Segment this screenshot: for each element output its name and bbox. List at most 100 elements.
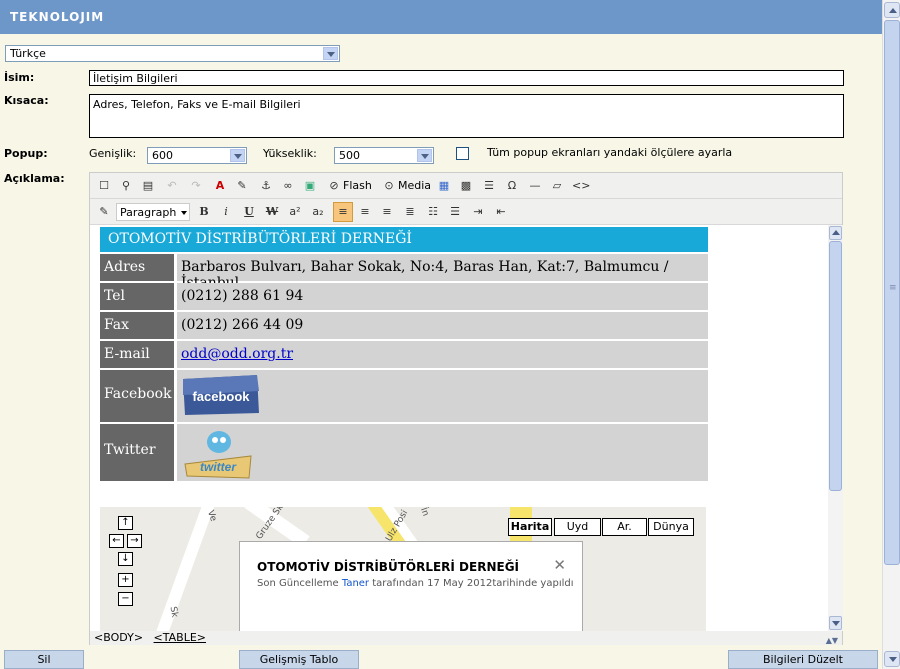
special-char-icon[interactable]: Ω: [504, 178, 520, 194]
align-center-icon[interactable]: ≡: [357, 204, 373, 220]
bold-icon[interactable]: B: [196, 204, 212, 220]
pan-down-button[interactable]: ↓: [118, 552, 133, 566]
facebook-cell: facebook: [177, 370, 708, 422]
info-pre: Son Güncelleme: [257, 578, 339, 589]
chevron-down-icon[interactable]: [230, 149, 245, 162]
popup-label: Popup:: [4, 147, 48, 160]
height-select[interactable]: 500: [334, 147, 434, 164]
highlight-icon[interactable]: ✎: [234, 178, 250, 194]
advanced-table-button[interactable]: Gelişmiş Tablo: [239, 650, 359, 669]
short-label: Kısaca:: [4, 94, 49, 107]
link-icon[interactable]: ∞: [280, 178, 296, 194]
path-body[interactable]: <BODY>: [94, 631, 143, 644]
numbered-list-icon[interactable]: ☷: [425, 204, 441, 220]
text-color-icon[interactable]: A: [212, 178, 228, 194]
redo-icon[interactable]: ↷: [188, 178, 204, 194]
rich-text-editor[interactable]: ☐ ⚲ ▤ ↶ ↷ A ✎ ⚓ ∞ ▣ ⊘ Flash ⊙ Media ▦ ▩ …: [89, 172, 843, 645]
editor-scroll-thumb[interactable]: [829, 241, 842, 491]
paste-icon[interactable]: ▤: [140, 178, 156, 194]
save-button[interactable]: Bilgileri Düzelt: [728, 650, 878, 669]
email-label: E-mail: [100, 341, 174, 368]
image-icon[interactable]: ▣: [302, 178, 318, 194]
scroll-thumb[interactable]: [884, 20, 900, 565]
indent-icon[interactable]: ⇥: [470, 204, 486, 220]
eraser-icon[interactable]: ▱: [549, 178, 565, 194]
twitter-cell: twitter: [177, 424, 708, 481]
close-icon[interactable]: ✕: [553, 556, 566, 574]
align-left-icon[interactable]: ≡: [333, 202, 353, 222]
subscript-icon[interactable]: a₂: [310, 204, 326, 220]
facebook-label: Facebook: [100, 370, 174, 422]
facebook-logo-icon[interactable]: facebook: [181, 373, 261, 417]
style-icon[interactable]: ✎: [96, 204, 112, 220]
map-type-ar[interactable]: Ar.: [602, 518, 647, 536]
map-type-uyd[interactable]: Uyd: [554, 518, 601, 536]
media-icon[interactable]: ⊙: [381, 178, 397, 194]
tel-value: (0212) 288 61 94: [177, 283, 708, 310]
language-select[interactable]: Türkçe: [5, 45, 340, 62]
info-user-link[interactable]: Taner: [342, 578, 369, 589]
popup-size-checkbox[interactable]: [456, 147, 469, 160]
info-window-subtitle: Son Güncelleme Taner tarafından 17 May 2…: [257, 578, 574, 589]
short-textarea[interactable]: Adres, Telefon, Faks ve E-mail Bilgileri: [89, 94, 844, 138]
flash-label[interactable]: Flash: [343, 179, 372, 192]
twitter-logo-icon[interactable]: twitter: [181, 426, 255, 480]
path-table[interactable]: <TABLE>: [154, 631, 206, 644]
description-label: Açıklama:: [4, 172, 65, 185]
horizontal-rule-icon[interactable]: —: [527, 178, 543, 194]
source-icon[interactable]: <>: [572, 178, 590, 194]
outdent-icon[interactable]: ⇤: [493, 204, 509, 220]
underline-icon[interactable]: U: [241, 204, 257, 220]
undo-icon[interactable]: ↶: [164, 178, 180, 194]
tel-label: Tel: [100, 283, 174, 310]
chevron-down-icon[interactable]: [417, 149, 432, 162]
anchor-icon[interactable]: ⚓: [258, 178, 274, 194]
map-street-label: İn: [418, 507, 431, 518]
chevron-down-icon[interactable]: [323, 47, 338, 60]
map-type-dunya[interactable]: Dünya: [648, 518, 694, 536]
editor-scrollbar[interactable]: [828, 225, 843, 631]
map-info-window: OTOMOTİV DİSTRİBÜTÖRLERİ DERNEĞİ Son Gün…: [239, 541, 583, 631]
format-select[interactable]: Paragraph: [116, 203, 190, 221]
superscript-icon[interactable]: a²: [287, 204, 303, 220]
width-select[interactable]: 600: [147, 147, 247, 164]
twitter-logo-text: twitter: [200, 460, 237, 474]
bullet-list-icon[interactable]: ☰: [447, 204, 463, 220]
zoom-out-button[interactable]: −: [118, 592, 133, 606]
address-value: Barbaros Bulvarı, Bahar Sokak, No:4, Bar…: [177, 254, 708, 291]
page-scrollbar[interactable]: [882, 0, 900, 669]
delete-button[interactable]: Sil: [4, 650, 84, 669]
editor-scroll-down-button[interactable]: [829, 616, 842, 630]
flash-icon[interactable]: ⊘: [326, 178, 342, 194]
map-type-harita[interactable]: Harita: [508, 518, 552, 536]
strikethrough-icon[interactable]: W: [264, 204, 280, 220]
align-right-icon[interactable]: ≡: [379, 204, 395, 220]
name-input[interactable]: İletişim Bilgileri: [89, 70, 844, 86]
org-header: OTOMOTİV DİSTRİBÜTÖRLERİ DERNEĞİ: [100, 227, 708, 252]
table-edit-icon[interactable]: ▩: [458, 178, 474, 194]
map-widget[interactable]: Ve Gruze Sk Ulz Posi Sk İn ↑ ← → ↓ + − H…: [100, 507, 706, 631]
find-icon[interactable]: ⚲: [118, 178, 134, 194]
map-road: [156, 507, 216, 631]
italic-icon[interactable]: i: [218, 204, 234, 220]
pan-left-button[interactable]: ←: [109, 534, 124, 548]
width-select-value: 600: [152, 149, 173, 162]
resize-icon[interactable]: ▲▼: [826, 634, 838, 648]
scroll-up-button[interactable]: [884, 2, 900, 18]
scroll-down-button[interactable]: [884, 651, 900, 667]
pan-up-button[interactable]: ↑: [118, 516, 133, 530]
editor-content[interactable]: OTOMOTİV DİSTRİBÜTÖRLERİ DERNEĞİ Adres B…: [90, 225, 828, 631]
facebook-logo-text: facebook: [192, 389, 250, 404]
template-icon[interactable]: ☰: [481, 178, 497, 194]
language-select-value: Türkçe: [10, 47, 46, 60]
editor-toolbar-2: ✎ Paragraph B i U W a² a₂ ≡ ≡ ≡ ≣ ☷ ☰ ⇥ …: [90, 199, 842, 225]
table-icon[interactable]: ▦: [436, 178, 452, 194]
justify-icon[interactable]: ≣: [402, 204, 418, 220]
email-link[interactable]: odd@odd.org.tr: [181, 346, 293, 362]
pan-right-button[interactable]: →: [127, 534, 142, 548]
editor-scroll-up-button[interactable]: [829, 226, 842, 240]
map-street-label: Sk: [167, 605, 180, 619]
new-document-icon[interactable]: ☐: [96, 178, 112, 194]
media-label[interactable]: Media: [398, 179, 431, 192]
zoom-in-button[interactable]: +: [118, 573, 133, 587]
